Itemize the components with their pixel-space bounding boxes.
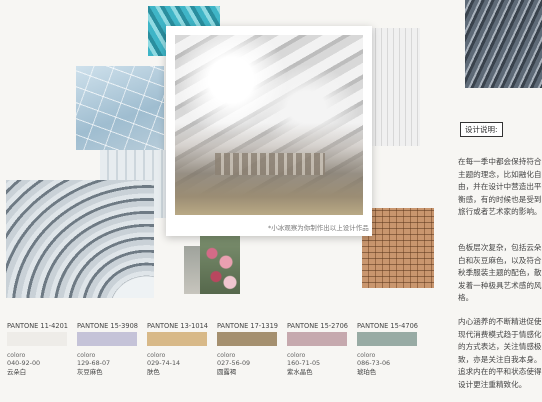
swatch-2: PANTONE 15-3908 coloro 129-68-07 灰豆麻色: [77, 322, 138, 376]
swatch-code: 040-92-00: [7, 359, 41, 367]
swatch-code: 160-71-05: [287, 359, 321, 367]
generated-artwork-card[interactable]: [166, 26, 372, 236]
silk-landscape-artwork: [175, 35, 363, 215]
swatch-name: PANTONE 11-4201: [7, 322, 68, 330]
swatch-chip: [357, 332, 417, 346]
artwork-buildings: [215, 153, 325, 175]
design-paragraph-2: 色板层次复杂，包括云朵白和灰豆麻色，以及符合秋季服装主题的配色，散发着一种极具艺…: [458, 243, 542, 302]
swatch-chip: [7, 332, 67, 346]
swatch-name: PANTONE 15-3908: [77, 322, 138, 330]
swatch-chip: [77, 332, 137, 346]
swatch-cn-name: 灰豆麻色: [77, 368, 103, 376]
stamp-frame: [172, 32, 366, 218]
swatch-5: PANTONE 15-2706 coloro 160-71-05 紫水晶色: [287, 322, 348, 376]
swatch-3: PANTONE 13-1014 coloro 029-74-14 肤色: [147, 322, 208, 376]
design-paragraph-1: 在每一季中都会保持符合主题的理念，比如融化自由，并在设计中营造出平衡感，有的时候…: [458, 157, 542, 216]
swatch-name: PANTONE 13-1014: [147, 322, 208, 330]
swatch-chip: [147, 332, 207, 346]
swatch-chip: [217, 332, 277, 346]
design-label: 设计说明:: [460, 122, 503, 137]
design-paragraph-3: 内心涵养的不断精进促使现代消费模式趋于情感化的方式表达，关注情感极致，亦是关注自…: [458, 317, 542, 389]
swatch-brand: coloro: [357, 352, 376, 359]
swatch-name: PANTONE 15-4706: [357, 322, 418, 330]
swatch-4: PANTONE 17-1319 coloro 027-56-09 圆露褐: [217, 322, 278, 376]
swatch-code: 129-68-07: [77, 359, 111, 367]
artwork-caption: *小冰观察为你制作出以上设计作品: [268, 224, 369, 232]
swatch-cn-name: 紫水晶色: [287, 368, 313, 376]
swatch-cn-name: 肤色: [147, 368, 160, 376]
swatch-chip: [287, 332, 347, 346]
flowers-photo: [200, 236, 240, 294]
striped-wall-photo: [364, 28, 420, 146]
swatch-code: 027-56-09: [217, 359, 251, 367]
swatch-brand: coloro: [77, 352, 96, 359]
spiral-building-photo: [6, 180, 154, 298]
swatch-cn-name: 圆露褐: [217, 368, 237, 376]
swatch-1: PANTONE 11-4201 coloro 040-92-00 云朵白: [7, 322, 68, 376]
swatch-name: PANTONE 17-1319: [217, 322, 278, 330]
swatch-code: 086-73-06: [357, 359, 391, 367]
swatch-brand: coloro: [217, 352, 236, 359]
swatch-brand: coloro: [287, 352, 306, 359]
swatch-brand: coloro: [147, 352, 166, 359]
swatch-brand: coloro: [7, 352, 26, 359]
swatch-cn-name: 琥珀色: [357, 368, 377, 376]
metal-facade-photo: [465, 0, 542, 88]
swatch-cn-name: 云朵白: [7, 368, 27, 376]
swatch-6: PANTONE 15-4706 coloro 086-73-06 琥珀色: [357, 322, 418, 376]
swatch-name: PANTONE 15-2706: [287, 322, 348, 330]
glass-ceiling-photo: [76, 66, 164, 150]
swatch-code: 029-74-14: [147, 359, 181, 367]
brick-building-photo: [362, 208, 434, 288]
